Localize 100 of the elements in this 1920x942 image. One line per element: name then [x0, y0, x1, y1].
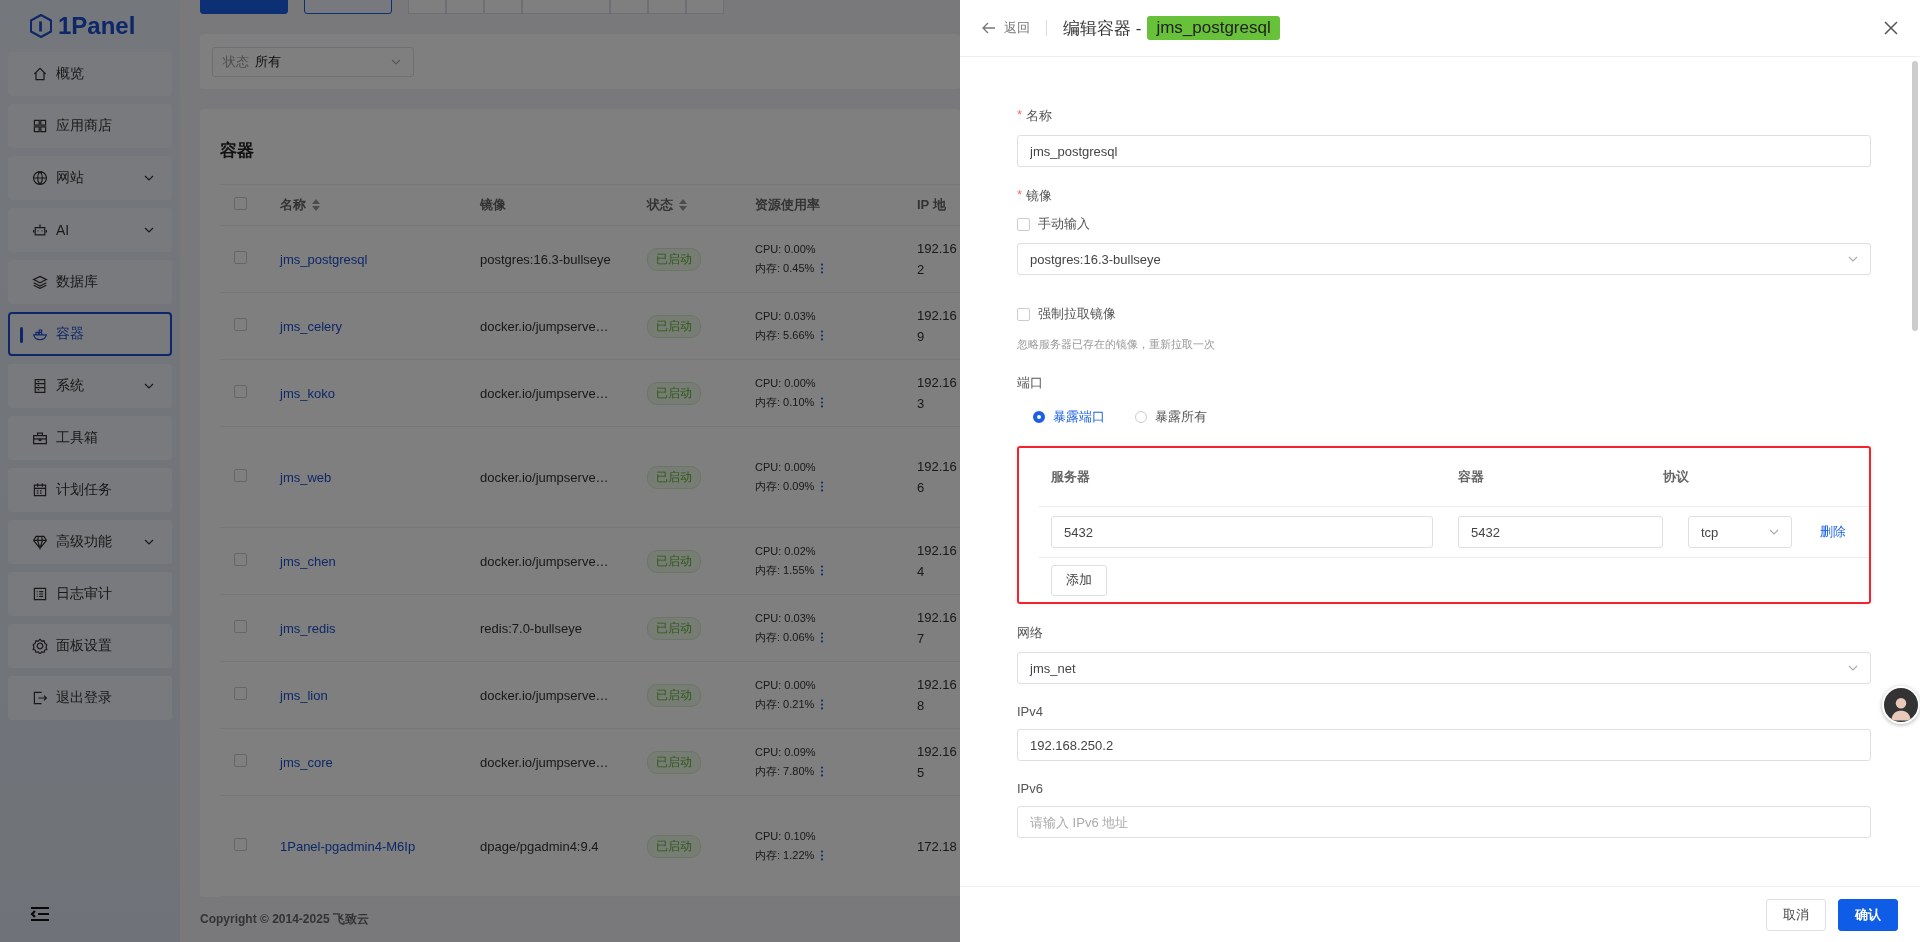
nav-item[interactable]: 退出登录: [8, 676, 172, 720]
nav-item[interactable]: 数据库: [8, 260, 172, 304]
field-label: 镜像: [1026, 187, 1053, 205]
nav-item[interactable]: 系统: [8, 364, 172, 408]
nav-item[interactable]: 面板设置: [8, 624, 172, 668]
image-select[interactable]: postgres:16.3-bullseye: [1017, 243, 1871, 275]
container-name-link[interactable]: jms_lion: [280, 687, 328, 703]
cpu-usage: CPU: 0.03%: [755, 309, 817, 322]
sort-icon[interactable]: [679, 199, 687, 211]
row-checkbox[interactable]: [234, 754, 247, 767]
checkbox[interactable]: [1017, 307, 1030, 321]
memory-usage: 内存: 0.09%: [755, 478, 815, 494]
assistant-avatar-button[interactable]: [1882, 686, 1920, 724]
back-link[interactable]: 返回: [982, 19, 1030, 37]
row-checkbox[interactable]: [234, 687, 247, 700]
more-icon[interactable]: [820, 631, 825, 643]
nav-item[interactable]: 网站: [8, 156, 172, 200]
row-checkbox[interactable]: [234, 620, 247, 633]
add-button[interactable]: 添加: [1051, 564, 1107, 596]
container-name-link[interactable]: jms_redis: [280, 620, 336, 636]
table-cell-text: 172.18: [917, 838, 958, 854]
table-cell-text: 7: [917, 631, 926, 646]
scrollbar[interactable]: [1912, 61, 1918, 331]
network-select[interactable]: jms_net: [1017, 652, 1871, 684]
table-cell: postgres:16.3-bullseye: [480, 251, 611, 267]
container-port-input[interactable]: 5432: [1458, 516, 1663, 548]
checkbox-label: 手动输入: [1038, 215, 1090, 233]
column-header: 资源使用率: [755, 197, 820, 212]
host-port-input[interactable]: 5432: [1051, 516, 1433, 548]
row-checkbox[interactable]: [234, 251, 247, 264]
nav-item[interactable]: 应用商店: [8, 104, 172, 148]
table-title: 容器: [220, 140, 255, 162]
table-cell-text: 192.16: [917, 744, 958, 759]
sort-icon[interactable]: [312, 199, 320, 211]
menu-icon: [32, 326, 48, 342]
menu-icon: [32, 690, 48, 706]
container-name-link[interactable]: jms_koko: [280, 385, 335, 401]
more-icon[interactable]: [820, 396, 825, 408]
memory-usage: 内存: 1.22%: [755, 847, 815, 863]
more-icon[interactable]: [820, 698, 825, 710]
row-checkbox[interactable]: [234, 318, 247, 331]
row-checkbox[interactable]: [234, 838, 247, 851]
status-tag: 已启动: [647, 247, 701, 271]
container-name-link[interactable]: jms_web: [280, 469, 332, 485]
field-label: IPv6: [1017, 781, 1043, 796]
ipv4-input[interactable]: 192.168.250.2: [1017, 729, 1871, 761]
container-name-link[interactable]: jms_core: [280, 754, 333, 770]
container-name-link[interactable]: 1Panel-pgadmin4-M6Ip: [280, 838, 416, 854]
more-icon[interactable]: [820, 262, 825, 274]
row-checkbox[interactable]: [234, 385, 247, 398]
memory-usage: 内存: 0.06%: [755, 629, 815, 645]
table-cell: docker.io/jumpserve…: [480, 553, 609, 569]
field-label: 名称: [1026, 107, 1053, 125]
protocol-select[interactable]: tcp: [1688, 516, 1792, 548]
container-name-link[interactable]: jms_chen: [280, 553, 336, 569]
cpu-usage: CPU: 0.00%: [755, 376, 817, 389]
table-cell-text: 2: [917, 262, 926, 277]
more-icon[interactable]: [820, 564, 825, 576]
confirm-button[interactable]: 确认: [1838, 898, 1898, 931]
status-tag: 已启动: [647, 750, 701, 774]
name-input[interactable]: jms_postgresql: [1017, 135, 1871, 167]
select-all-checkbox[interactable]: [234, 197, 247, 210]
row-checkbox[interactable]: [234, 553, 247, 566]
delete-link[interactable]: 删除: [1820, 523, 1846, 541]
container-name-link[interactable]: jms_celery: [280, 318, 343, 334]
radio-option[interactable]: 暴露端口: [1033, 408, 1105, 426]
row-checkbox[interactable]: [234, 469, 247, 482]
status-tag: 已启动: [647, 549, 701, 573]
cpu-usage: CPU: 0.00%: [755, 242, 817, 255]
ipv6-input[interactable]: 请输入 IPv6 地址: [1017, 806, 1871, 838]
nav-item[interactable]: AI: [8, 208, 172, 252]
radio-option[interactable]: 暴露所有: [1135, 408, 1207, 426]
table-cell-text: 192.16: [917, 308, 958, 323]
close-icon[interactable]: [1884, 21, 1898, 35]
more-icon[interactable]: [820, 849, 825, 861]
column-header: 镜像: [480, 197, 506, 212]
more-icon[interactable]: [820, 329, 825, 341]
more-icon[interactable]: [820, 480, 825, 492]
cpu-usage: CPU: 0.02%: [755, 544, 817, 557]
collapse-menu-icon[interactable]: [30, 906, 50, 922]
cancel-button[interactable]: 取消: [1766, 898, 1826, 931]
container-name-link[interactable]: jms_postgresql: [280, 251, 368, 267]
menu-icon: [32, 430, 48, 446]
nav-item[interactable]: 高级功能: [8, 520, 172, 564]
status-tag: 已启动: [647, 683, 701, 707]
nav-item[interactable]: 工具箱: [8, 416, 172, 460]
status-tag: 已启动: [647, 314, 701, 338]
nav-item[interactable]: 计划任务: [8, 468, 172, 512]
menu-icon: [32, 170, 48, 186]
nav-item[interactable]: 日志审计: [8, 572, 172, 616]
column-header: 服务器: [1050, 468, 1091, 486]
nav-item[interactable]: 容器: [8, 312, 172, 356]
checkbox[interactable]: [1017, 217, 1030, 231]
table-cell-text: 4: [917, 564, 926, 579]
nav-item[interactable]: 概览: [8, 52, 172, 96]
memory-usage: 内存: 0.21%: [755, 696, 815, 712]
more-icon[interactable]: [820, 765, 825, 777]
field-label: 网络: [1017, 624, 1043, 642]
table-cell: docker.io/jumpserve…: [480, 385, 609, 401]
table-cell-text: 5: [917, 765, 926, 780]
